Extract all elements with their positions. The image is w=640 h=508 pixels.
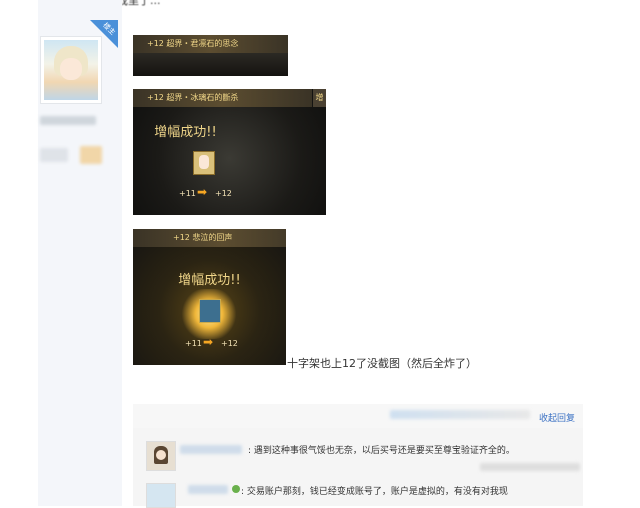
post-caption: 十字架也上12了没截图（然后全炸了）	[287, 357, 477, 370]
commenter-avatar[interactable]	[146, 483, 176, 508]
author-icon-blurred	[80, 146, 102, 164]
item-banner: +12 悲泣的回声	[133, 229, 286, 247]
arrow-right-icon: ➡	[203, 335, 214, 349]
comment-text: : 遇到这种事很气馁也无奈，以后买号还是要买至尊宝验证齐全的。	[248, 446, 515, 456]
commenter-name-blurred[interactable]	[188, 485, 228, 494]
game-screenshot-2[interactable]: +12 超界・冰璃石的斷杀 增 增幅成功!! +11 ➡ +12	[133, 89, 326, 215]
game-screenshot-3[interactable]: +12 悲泣的回声 增幅成功!! +11 ➡ +12	[133, 229, 286, 365]
collapse-replies-link[interactable]: 收起回复	[539, 411, 575, 424]
item-icon	[193, 151, 215, 175]
enhance-success-text: 增幅成功!!	[178, 273, 241, 288]
item-icon	[199, 299, 221, 323]
game-screenshot-1[interactable]: +12 超界・君凛石的思念	[133, 35, 288, 76]
side-tab: 增	[313, 89, 326, 107]
author-avatar[interactable]	[44, 40, 98, 100]
level-icon	[232, 485, 240, 493]
frame-decoration	[133, 53, 288, 76]
comment-text: : 交易账户那刻，钱已经变成账号了，账户是虚拟的，有没有对我现	[241, 487, 508, 497]
item-banner: +12 超界・君凛石的思念	[133, 35, 288, 53]
enhance-success-text: 增幅成功!!	[154, 125, 217, 140]
author-level-blurred	[40, 148, 68, 162]
commenter-name-blurred[interactable]	[180, 445, 242, 454]
author-name-blurred[interactable]	[40, 116, 96, 125]
level-from: +11	[179, 189, 196, 198]
item-banner: +12 超界・冰璃石的斷杀	[133, 89, 312, 107]
reply-info-blurred	[390, 410, 530, 419]
avatar-face	[60, 58, 82, 80]
comment-meta-blurred	[480, 463, 580, 471]
arrow-right-icon: ➡	[197, 185, 208, 199]
commenter-avatar[interactable]	[146, 441, 176, 471]
level-to: +12	[215, 189, 232, 198]
level-to: +12	[221, 339, 238, 348]
level-from: +11	[185, 339, 202, 348]
